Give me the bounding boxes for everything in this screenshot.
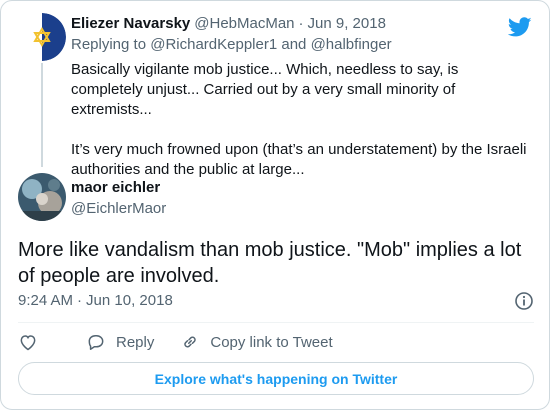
replying-to-line: Replying to @RichardKeppler1 and @halbfi… [71,35,531,55]
parent-meta-row: Eliezer Navarsky @HebMacMan · Jun 9, 201… [71,14,531,34]
heart-icon [20,335,36,351]
parent-avatar[interactable] [18,13,66,61]
timestamp-separator: · [77,292,83,309]
tweet-actions: Reply Copy link to Tweet [18,330,359,354]
tweet-time[interactable]: 9:24 AM [18,291,73,311]
main-author-handle[interactable]: @EichlerMaor [71,199,166,219]
main-author-name[interactable]: maor eichler [71,178,166,198]
reply-bubble-icon [88,335,104,350]
tweet-timestamp[interactable]: 9:24 AM · Jun 10, 2018 [18,291,534,311]
twitter-bird-icon[interactable] [507,15,532,39]
main-author-block[interactable]: maor eichler @EichlerMaor [71,178,166,219]
parent-meta-separator: · [298,15,304,32]
parent-tweet-text: Basically vigilante mob justice... Which… [71,61,527,178]
like-button[interactable] [18,332,38,352]
divider [18,322,534,323]
copy-link-button[interactable]: Copy link to Tweet [180,332,333,352]
replying-to-user-link[interactable]: @RichardKeppler1 [150,36,277,53]
replying-to-user-link[interactable]: @halbfinger [311,36,392,53]
thread-connector-line [41,63,43,167]
embedded-tweet-card: Eliezer Navarsky @HebMacMan · Jun 9, 201… [0,0,550,410]
parent-tweet[interactable]: Eliezer Navarsky @HebMacMan · Jun 9, 201… [71,14,531,180]
main-tweet-text: More like vandalism than mob justice. "M… [18,239,522,287]
parent-author-name[interactable]: Eliezer Navarsky [71,14,190,34]
parent-author-handle[interactable]: @HebMacMan [194,14,294,34]
link-icon [184,336,197,348]
reply-label: Reply [116,333,155,351]
copy-link-label: Copy link to Tweet [210,333,333,351]
reply-button[interactable]: Reply [86,332,154,352]
parent-tweet-date[interactable]: Jun 9, 2018 [308,14,386,34]
explore-twitter-button[interactable]: Explore what's happening on Twitter [18,362,534,395]
replying-to-and: and [281,36,307,53]
main-avatar[interactable] [18,173,66,221]
info-icon[interactable] [514,291,534,311]
tweet-date[interactable]: Jun 10, 2018 [86,291,173,311]
replying-to-prefix: Replying to [71,36,147,53]
